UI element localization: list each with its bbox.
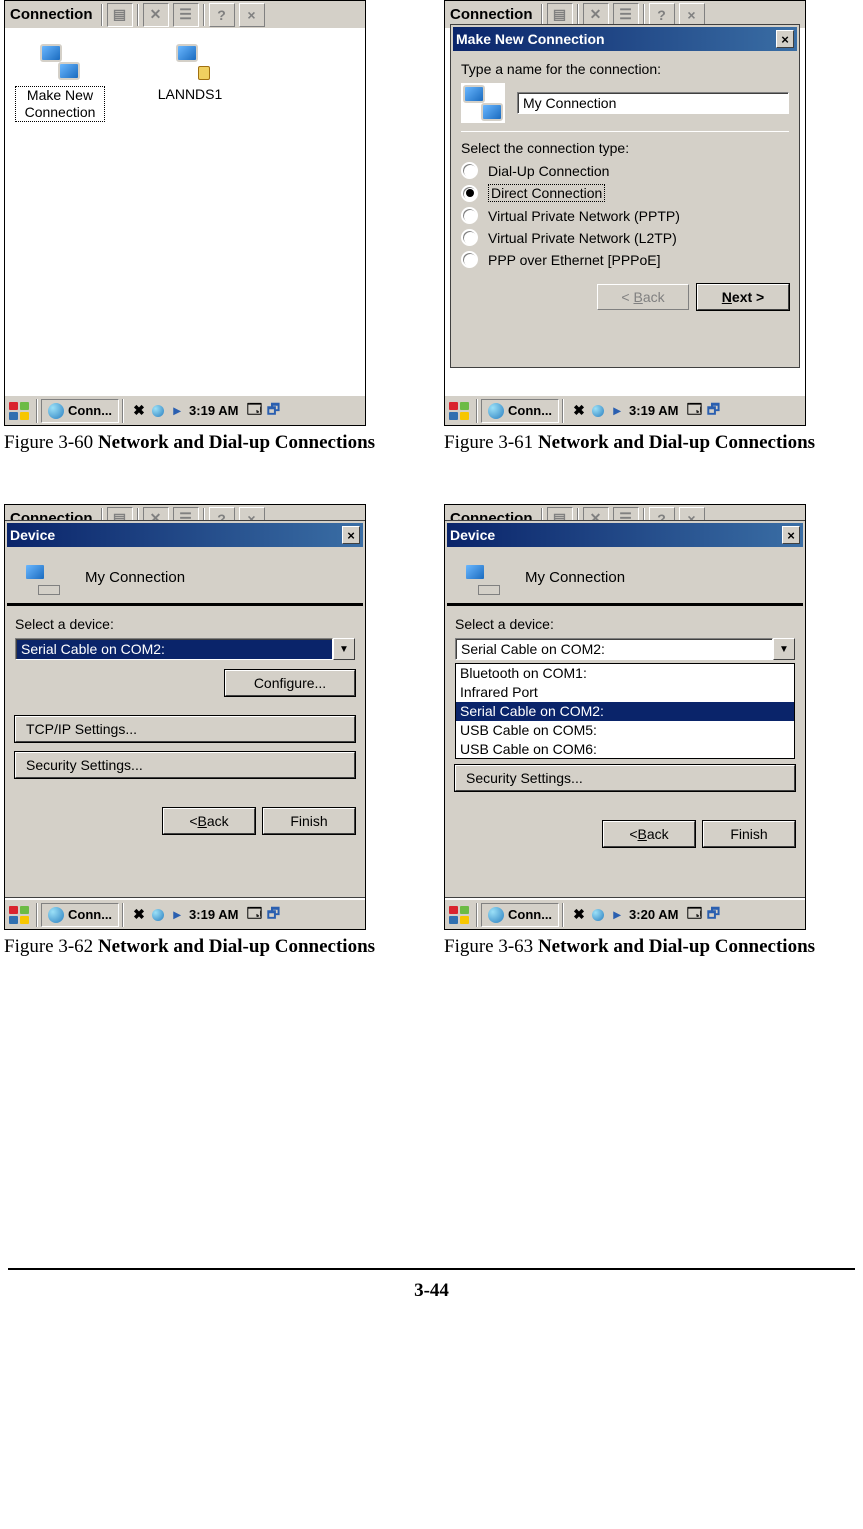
content-area: Make New Connection LANNDS1 <box>5 29 365 395</box>
lannds1-label: LANNDS1 <box>156 86 225 103</box>
select-device-label: Select a device: <box>455 616 795 632</box>
radio-pptp[interactable]: Virtual Private Network (PPTP) <box>461 207 789 224</box>
toolbar-btn-help[interactable]: ? <box>209 3 235 27</box>
screenshot-fig63: Connection ▤ ✕☰ ?× Device × My Connectio… <box>444 504 806 930</box>
toolbar-btn-delete[interactable]: ✕ <box>143 3 169 27</box>
device-option-selected[interactable]: Serial Cable on COM2: <box>456 702 794 721</box>
dialog-titlebar: Make New Connection × <box>453 27 797 51</box>
dialog-titlebar: Device × <box>447 523 803 547</box>
radio-direct[interactable]: Direct Connection <box>461 184 789 202</box>
device-icon <box>15 557 65 597</box>
type-label: Select the connection type: <box>461 140 789 156</box>
toolbar-btn-1[interactable]: ▤ <box>107 3 133 27</box>
taskbar: Conn... ✖▸ 3:19 AM 🗔🗗 <box>445 395 805 425</box>
make-new-connection-label: Make New Connection <box>15 86 105 122</box>
device-option[interactable]: Infrared Port <box>456 683 794 702</box>
app-title: Connection <box>447 6 539 23</box>
device-selected: Serial Cable on COM2: <box>455 638 773 660</box>
dialog-titlebar: Device × <box>7 523 363 547</box>
dialog-close-button[interactable]: × <box>342 526 360 544</box>
connection-name-input[interactable]: My Connection <box>517 92 789 114</box>
connection-icon <box>461 83 505 123</box>
app-title: Connection <box>7 6 99 23</box>
taskbar-app-label: Conn... <box>68 403 112 418</box>
taskbar-clock: 3:19 AM <box>189 403 238 418</box>
finish-button[interactable]: Finish <box>263 808 355 834</box>
taskbar: Conn... ✖▸ 3:20 AM 🗔🗗 <box>445 899 805 929</box>
screenshot-fig61: Connection ▤ ✕☰ ?× Make New Connection ×… <box>444 0 806 426</box>
earth-icon <box>48 403 64 419</box>
back-button[interactable]: < Back <box>597 284 689 310</box>
toolbar-separator <box>137 4 139 26</box>
select-device-label: Select a device: <box>15 616 355 632</box>
taskbar-app-button[interactable]: Conn... <box>481 399 559 423</box>
finish-button[interactable]: Finish <box>703 821 795 847</box>
app-toolbar: Connection ▤ ✕ ☰ ? × <box>5 1 365 29</box>
taskbar: Conn... ✖ ▸ 3:19 AM 🗔 🗗 <box>5 395 365 425</box>
taskbar-clock: 3:19 AM <box>629 403 678 418</box>
tray-icon[interactable]: ✖ <box>131 403 147 419</box>
dropdown-arrow-icon[interactable]: ▼ <box>333 638 355 660</box>
make-new-connection-icon[interactable]: Make New Connection <box>15 41 105 122</box>
lannds1-icon[interactable]: LANNDS1 <box>145 41 235 122</box>
device-selected: Serial Cable on COM2: <box>15 638 333 660</box>
device-option[interactable]: USB Cable on COM5: <box>456 721 794 740</box>
device-dialog: Device × My Connection Select a device: … <box>445 521 805 897</box>
device-option[interactable]: Bluetooth on COM1: <box>456 664 794 683</box>
device-dropdown[interactable]: Serial Cable on COM2: ▼ <box>15 638 355 660</box>
screenshot-fig60: Connection ▤ ✕ ☰ ? × <box>4 0 366 426</box>
tray-icon[interactable] <box>150 403 166 419</box>
taskbar-app-button[interactable]: Conn... <box>41 903 119 927</box>
figure-caption: Figure 3-63 Network and Dial-up Connecti… <box>444 936 854 958</box>
security-button[interactable]: Security Settings... <box>455 765 795 791</box>
make-new-connection-dialog: Make New Connection × Type a name for th… <box>451 25 799 367</box>
radio-dialup[interactable]: Dial-Up Connection <box>461 162 789 179</box>
dropdown-arrow-icon[interactable]: ▼ <box>773 638 795 660</box>
toolbar-btn-props[interactable]: ☰ <box>173 3 199 27</box>
toolbar-separator <box>203 4 205 26</box>
dialog-title: Device <box>10 527 55 543</box>
start-button[interactable] <box>447 399 471 423</box>
tray-icon[interactable]: 🗔 <box>246 403 262 419</box>
taskbar-app-button[interactable]: Conn... <box>41 399 119 423</box>
dialog-close-button[interactable]: × <box>776 30 794 48</box>
radio-pppoe[interactable]: PPP over Ethernet [PPPoE] <box>461 251 789 268</box>
start-button[interactable] <box>7 399 31 423</box>
name-label: Type a name for the connection: <box>461 61 789 77</box>
back-button[interactable]: < Back <box>163 808 255 834</box>
tray-icon[interactable]: 🗗 <box>265 403 281 419</box>
tray-arrow-icon[interactable]: ▸ <box>169 403 185 419</box>
device-icon <box>455 557 505 597</box>
tcpip-button[interactable]: TCP/IP Settings... <box>15 716 355 742</box>
device-dropdown[interactable]: Serial Cable on COM2: ▼ <box>455 638 795 660</box>
start-button[interactable] <box>7 903 31 927</box>
device-dialog: Device × My Connection Select a device: … <box>5 521 365 897</box>
figure-caption: Figure 3-60 Network and Dial-up Connecti… <box>4 432 414 454</box>
back-button[interactable]: < Back <box>603 821 695 847</box>
radio-l2tp[interactable]: Virtual Private Network (L2TP) <box>461 229 789 246</box>
taskbar-app-button[interactable]: Conn... <box>481 903 559 927</box>
screenshot-fig62: Connection ▤ ✕☰ ?× Device × My Connectio… <box>4 504 366 930</box>
connection-name: My Connection <box>85 569 185 586</box>
device-dropdown-list[interactable]: Bluetooth on COM1: Infrared Port Serial … <box>455 663 795 759</box>
dialog-close-button[interactable]: × <box>782 526 800 544</box>
figure-caption: Figure 3-62 Network and Dial-up Connecti… <box>4 936 414 958</box>
toolbar-btn-close[interactable]: × <box>239 3 265 27</box>
configure-button[interactable]: Configure... <box>225 670 355 696</box>
dialog-title: Device <box>450 527 495 543</box>
figure-caption: Figure 3-61 Network and Dial-up Connecti… <box>444 432 854 454</box>
security-button[interactable]: Security Settings... <box>15 752 355 778</box>
device-option[interactable]: USB Cable on COM6: <box>456 740 794 759</box>
taskbar: Conn... ✖▸ 3:19 AM 🗔🗗 <box>5 899 365 929</box>
page-number: 3-44 <box>8 1268 855 1312</box>
toolbar-separator <box>101 4 103 26</box>
start-button[interactable] <box>447 903 471 927</box>
taskbar-clock: 3:20 AM <box>629 907 678 922</box>
dialog-title: Make New Connection <box>456 31 605 47</box>
next-button[interactable]: Next > <box>697 284 789 310</box>
connection-name: My Connection <box>525 569 625 586</box>
taskbar-clock: 3:19 AM <box>189 907 238 922</box>
